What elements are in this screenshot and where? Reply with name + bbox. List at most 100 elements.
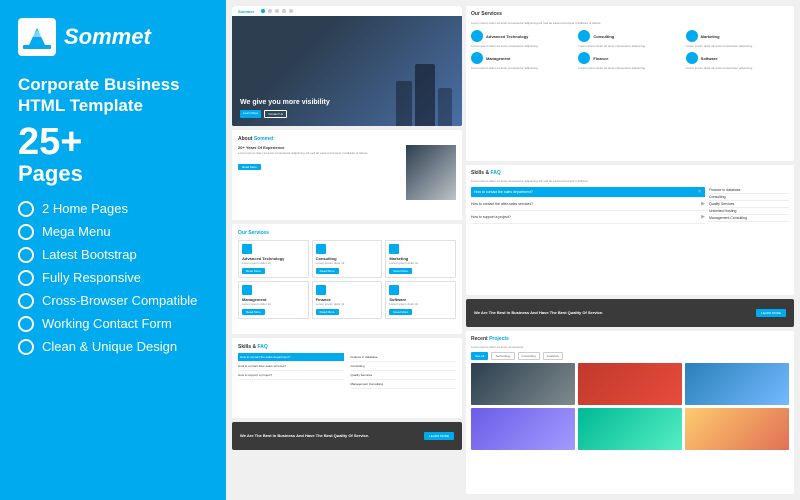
projects-filter: See All Technology Consulting Analytics (471, 352, 789, 360)
feature-item: Working Contact Form (18, 316, 208, 332)
faq-item-1: How to contact the sales department? ▼ (471, 187, 705, 198)
service-circle-icon (686, 52, 698, 64)
svc-title: Software (701, 56, 718, 61)
feature-item: Clean & Unique Design (18, 339, 208, 355)
banner-text-right: We Are The Best In Business And Have The… (474, 310, 603, 315)
service-desc: Lorem ipsum dolor sit (389, 302, 418, 306)
service-btn: Read More (389, 309, 412, 315)
feature-label: Working Contact Form (42, 316, 172, 331)
filter-btn-consulting[interactable]: Consulting (518, 352, 540, 360)
service-btn: Read More (316, 309, 339, 315)
service-btn: Read More (242, 309, 265, 315)
feature-label: 2 Home Pages (42, 201, 128, 216)
service-btn: Read More (389, 268, 412, 274)
banner-text: We Are The Best In Business And Have The… (240, 433, 369, 438)
projects-desc: Lorem ipsum dolor sit amet consectetur (471, 345, 789, 349)
nav-item (268, 9, 272, 13)
service-icon (242, 244, 252, 254)
svc-desc: Lorem ipsum dolor sit amet consectetur a… (578, 44, 681, 48)
project-thumb-4 (471, 408, 575, 450)
filter-btn-tech[interactable]: Technology (491, 352, 514, 360)
faq-item: How to contact the sales department? (238, 353, 344, 362)
skill-item-1: Finance in database (709, 187, 789, 194)
faq-col-right: Finance in database Consulting Quality S… (347, 353, 457, 389)
pages-label: Pages (18, 161, 208, 187)
filter-btn-analytics[interactable]: Analytics (543, 352, 563, 360)
nav-item (261, 9, 265, 13)
feature-item: Mega Menu (18, 224, 208, 240)
product-title: Corporate Business HTML Template (18, 74, 208, 117)
feature-item: Fully Responsive (18, 270, 208, 286)
faq-question: How to support a project? (471, 215, 511, 219)
service-card-right-6: Software Lorem ipsum dolor sit amet cons… (686, 52, 789, 70)
skills-faq-title: Skills & FAQ (471, 170, 789, 176)
hero-buttons: Learn More Contact Us (240, 110, 330, 118)
service-icon (316, 244, 326, 254)
skills-faq-preview-right: Skills & FAQ Lorem ipsum dolor sit amet … (466, 165, 794, 295)
services-section-title: Our Services (238, 230, 456, 236)
svc-title: Consulting (593, 34, 614, 39)
figure-silhouette (396, 81, 412, 126)
services-grid-right: Advanced Technology Lorem ipsum dolor si… (471, 30, 789, 70)
project-thumb-5 (578, 408, 682, 450)
service-desc: Lorem ipsum dolor sit (242, 302, 271, 306)
about-read-more-btn: Read More (238, 164, 261, 170)
svc-desc: Lorem ipsum dolor sit amet consectetur a… (686, 44, 789, 48)
hero-tagline: We give you more visibility (240, 98, 330, 107)
nav-item (275, 9, 279, 13)
service-desc: Lorem ipsum dolor sit (316, 261, 345, 265)
skills-faq-desc: Lorem ipsum dolor sit amet consectetur a… (471, 179, 789, 183)
faq-item: How to contact after-sales services? (238, 362, 344, 371)
skill-item: Consulting (351, 362, 457, 371)
nav-logo-dot: Sommet (238, 9, 254, 14)
service-circle-icon (578, 52, 590, 64)
about-preview: About Sommet 20+ Years Of Experience Lor… (232, 130, 462, 220)
circle-bullet-icon (18, 224, 34, 240)
services-preview: Our Services Advanced Technology Lorem i… (232, 224, 462, 334)
skill-item: Quality Services (351, 371, 457, 380)
project-thumb-1 (471, 363, 575, 405)
left-panel: Sommet Corporate Business HTML Template … (0, 0, 226, 500)
service-card-right-2: Consulting Lorem ipsum dolor sit amet co… (578, 30, 681, 48)
faq-arrow-icon: ▼ (697, 189, 702, 195)
faq-column: How to contact the sales department? ▼ H… (471, 187, 705, 224)
meeting-image (406, 145, 456, 200)
about-image (406, 145, 456, 200)
skills-section-title-left: Skills & FAQ (238, 344, 456, 350)
about-content: 20+ Years Of Experience Lorem ipsum dolo… (238, 145, 456, 200)
skills-column: Finance in database Consulting Quality S… (709, 187, 789, 224)
feature-label: Latest Bootstrap (42, 247, 137, 262)
project-thumb-2 (578, 363, 682, 405)
hero-btn-2: Contact Us (264, 110, 287, 118)
faq-col-left: How to contact the sales department? How… (238, 353, 344, 389)
banner-preview-left: We Are The Best In Business And Have The… (232, 422, 462, 450)
hero-preview: Sommet We give you more visibility Learn… (232, 6, 462, 126)
feature-item: Latest Bootstrap (18, 247, 208, 263)
about-section-title: About Sommet (238, 136, 456, 142)
feature-item: Cross-Browser Compatible (18, 293, 208, 309)
hero-image: We give you more visibility Learn More C… (232, 16, 462, 126)
faq-question: How to contact the after-sales services? (471, 202, 533, 206)
faq-arrow-icon: ▶ (701, 214, 705, 220)
svc-desc: Lorem ipsum dolor sit amet consectetur a… (578, 66, 681, 70)
services-section-right-title: Our Services (471, 11, 789, 17)
service-card-right-3: Marketing Lorem ipsum dolor sit amet con… (686, 30, 789, 48)
service-icon (316, 285, 326, 295)
circle-bullet-icon (18, 316, 34, 332)
service-circle-icon (471, 52, 483, 64)
about-subheading: 20+ Years Of Experience (238, 145, 402, 150)
figure-silhouette (438, 88, 452, 126)
project-thumb-6 (685, 408, 789, 450)
projects-grid (471, 363, 789, 450)
service-btn: Read More (242, 268, 265, 274)
faq-arrow-icon: ▶ (701, 201, 705, 207)
filter-btn-all[interactable]: See All (471, 352, 488, 360)
service-card-4: Management Lorem ipsum dolor sit Read Mo… (238, 281, 309, 319)
circle-bullet-icon (18, 270, 34, 286)
projects-preview-right: Recent Projects Lorem ipsum dolor sit am… (466, 331, 794, 494)
project-thumb-3 (685, 363, 789, 405)
feature-list: 2 Home Pages Mega Menu Latest Bootstrap … (18, 201, 208, 355)
service-desc: Lorem ipsum dolor sit (242, 261, 271, 265)
skills-faq-inner: How to contact the sales department? How… (238, 353, 456, 389)
circle-bullet-icon (18, 201, 34, 217)
